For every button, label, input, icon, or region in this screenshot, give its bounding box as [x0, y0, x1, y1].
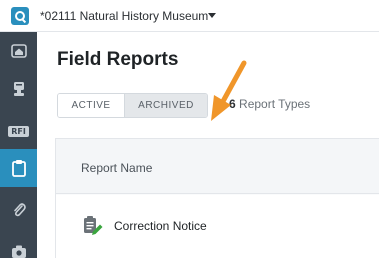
status-tabs: ACTIVE ARCHIVED	[57, 93, 208, 118]
tab-active[interactable]: ACTIVE	[58, 94, 125, 117]
clipboard-edit-icon	[84, 216, 103, 235]
camera-icon	[11, 245, 26, 258]
table-row[interactable]: Correction Notice	[56, 195, 379, 258]
sidebar-item-home[interactable]	[0, 32, 37, 70]
clipboard-icon	[11, 160, 26, 177]
sidebar: RFI	[0, 32, 37, 258]
sidebar-item-rfi[interactable]: RFI	[0, 112, 37, 150]
sidebar-item-documents[interactable]	[0, 70, 37, 108]
stamp-icon	[13, 82, 24, 96]
tab-archived[interactable]: ARCHIVED	[125, 94, 207, 117]
report-types-label: Report Types	[239, 97, 311, 111]
reports-table: Report Name Correction Notice	[55, 138, 379, 258]
annotation-arrow-icon	[211, 60, 247, 121]
main-content: Field Reports ACTIVE ARCHIVED 6 Report T…	[37, 33, 379, 258]
page-title: Field Reports	[57, 49, 179, 70]
chevron-down-icon[interactable]	[208, 13, 216, 18]
sidebar-item-field-reports[interactable]	[0, 149, 37, 187]
column-header-report-name[interactable]: Report Name	[81, 161, 152, 175]
project-name[interactable]: *02111 Natural History Museum	[40, 9, 208, 23]
sidebar-item-attachments[interactable]	[0, 191, 37, 229]
rfi-label: RFI	[8, 125, 29, 137]
top-bar: *02111 Natural History Museum	[0, 0, 379, 32]
paperclip-icon	[13, 203, 26, 217]
report-name-cell: Correction Notice	[114, 219, 207, 233]
table-header: Report Name	[56, 139, 379, 194]
sidebar-item-photos[interactable]	[0, 232, 37, 258]
app-logo-icon[interactable]	[11, 7, 29, 25]
home-icon	[10, 44, 27, 58]
